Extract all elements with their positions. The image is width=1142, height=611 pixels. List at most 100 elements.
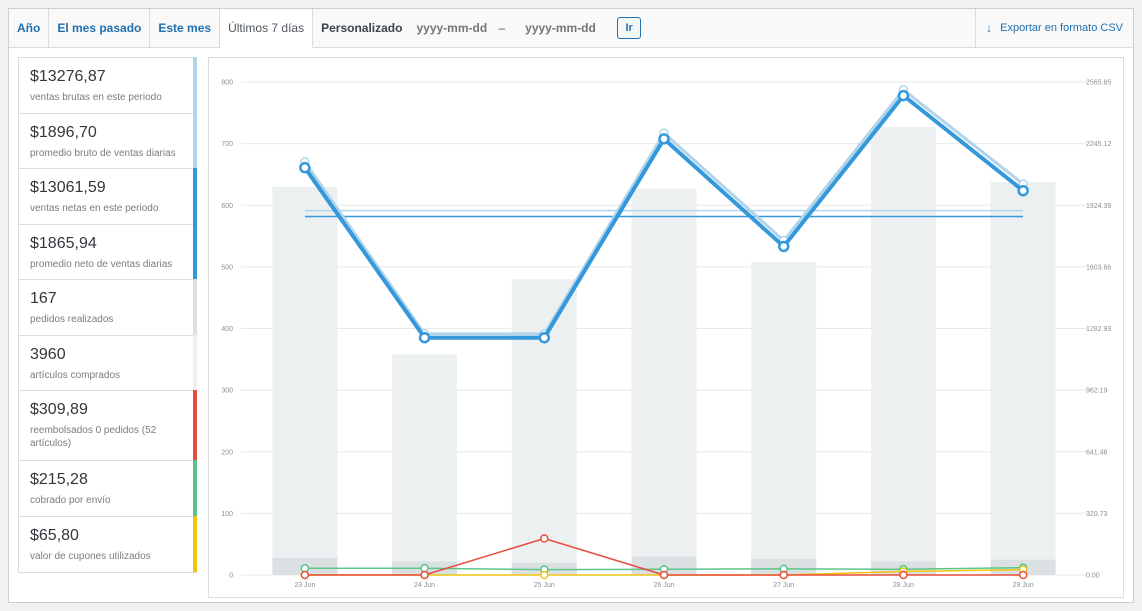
end-date-input[interactable] [525,21,608,35]
sales-chart: 0 0.00 100 320.73 200 641.46 300 962.19 400 1282.… [208,57,1124,598]
go-button[interactable]: Ir [617,17,642,39]
custom-range: Personalizado – Ir [313,9,649,47]
legend-desc: valor de cupones utilizados [30,551,151,562]
point-coupons [540,570,549,580]
legend-amount: $215,28 [30,471,88,488]
point-refunds [659,570,669,580]
x-tick-label: 23 Jun [294,582,315,589]
point-net [538,331,551,344]
legend-color-bar [193,168,197,224]
point-refunds [300,570,310,580]
y-right-tick-label: 1924.39 [1086,203,1111,210]
y-left-tick-label: 500 [221,264,233,271]
legend-desc: promedio bruto de ventas diarias [30,148,176,159]
legend-item-gross-sales[interactable]: $13276,87 ventas brutas en este periodo [19,57,197,114]
y-left-tick-label: 700 [221,141,233,148]
legend-item-coupons[interactable]: $65,80 valor de cupones utilizados [19,516,197,572]
legend-item-net-average[interactable]: $1865,94 promedio neto de ventas diarias [19,224,197,280]
bar-items [870,126,936,575]
y-left-tick-label: 800 [221,80,233,87]
y-right-tick-label: 1603.66 [1086,264,1111,271]
legend-color-bar [193,335,197,390]
y-right-tick-label: 962.19 [1086,388,1108,395]
y-left-tick-label: 100 [221,511,233,518]
y-right-tick-label: 1282.93 [1086,326,1111,333]
point-refunds [1018,570,1028,580]
y-left-tick-label: 600 [221,203,233,210]
range-tabs: Año El mes pasado Este mes Últimos 7 día… [9,9,1133,48]
x-tick-label: 24 Jun [414,582,435,589]
custom-range-label: Personalizado [321,21,403,35]
start-date-input[interactable] [416,21,499,35]
bar-items [511,279,577,575]
tab-last-7-days[interactable]: Últimos 7 días [220,9,314,48]
legend-amount: $13061,59 [30,179,106,196]
legend-color-bar [193,279,197,335]
y-right-tick-label: 641.46 [1086,449,1108,456]
bar-items [990,181,1056,575]
point-net [1017,184,1029,197]
date-separator: – [498,21,506,35]
legend-amount: 3960 [30,346,66,363]
legend-item-refunds[interactable]: $309,89 reembolsados 0 pedidos (52 artíc… [19,390,197,461]
download-icon: ↓ [986,21,993,35]
legend-item-gross-average[interactable]: $1896,70 promedio bruto de ventas diaria… [19,113,197,169]
tab-last-month[interactable]: El mes pasado [49,9,151,47]
legend-desc: cobrado por envío [30,495,111,506]
legend-desc: reembolsados 0 pedidos (52 artículos) [30,425,157,449]
legend-color-bar [193,113,197,168]
legend-amount: 167 [30,290,57,307]
legend-desc: ventas netas en este periodo [30,203,159,214]
point-net [777,240,790,253]
x-tick-label: 26 Jun [653,582,674,589]
legend-amount: $1896,70 [30,124,97,141]
legend-item-items[interactable]: 3960 artículos comprados [19,335,197,391]
legend-amount: $13276,87 [30,68,106,85]
bar-items [392,354,458,575]
legend-color-bar [193,390,197,460]
point-net [897,89,910,102]
x-tick-label: 27 Jun [773,582,794,589]
point-refunds [779,570,788,580]
point-refunds [540,534,549,543]
x-tick-label: 25 Jun [534,582,555,589]
sales-report-panel: Año El mes pasado Este mes Últimos 7 día… [8,8,1134,603]
legend-desc: promedio neto de ventas diarias [30,259,173,270]
y-right-tick-label: 2565.85 [1086,80,1111,87]
point-shipping [300,564,310,573]
legend-amount: $65,80 [30,527,79,544]
legend-item-shipping[interactable]: $215,28 cobrado por envío [19,460,197,517]
legend-color-bar [193,516,197,572]
tab-year[interactable]: Año [9,9,50,47]
bar-items [631,188,697,575]
legend-amount: $1865,94 [30,235,97,252]
legend-color-bar [193,57,197,113]
legend-desc: artículos comprados [30,370,121,381]
y-right-tick-label: 320.73 [1086,511,1108,518]
x-tick-label: 29 Jun [1013,582,1034,589]
point-shipping [420,564,429,573]
export-csv-link[interactable]: ↓ Exportar en formato CSV [975,9,1133,47]
export-csv-label: Exportar en formato CSV [1000,22,1123,34]
y-left-tick-label: 0 [229,573,233,580]
legend-amount: $309,89 [30,401,88,418]
legend-item-net-sales[interactable]: $13061,59 ventas netas en este periodo [19,168,197,225]
legend-item-orders[interactable]: 167 pedidos realizados [19,279,197,336]
legend-color-bar [193,460,197,516]
sales-chart-svg: 0 0.00 100 320.73 200 641.46 300 962.19 400 1282.… [221,80,1111,590]
legend-desc: pedidos realizados [30,314,114,325]
point-net [658,133,670,145]
bar-items [751,261,817,575]
y-right-tick-label: 0.00 [1086,573,1100,580]
tab-this-month[interactable]: Este mes [150,9,221,47]
y-right-tick-label: 2245.12 [1086,141,1111,148]
chart-legend: $13276,87 ventas brutas en este periodo … [18,57,197,573]
y-left-tick-label: 200 [221,449,233,456]
y-left-tick-label: 400 [221,326,233,333]
point-refunds [420,570,429,580]
x-tick-label: 28 Jun [893,582,914,589]
point-net [418,331,431,344]
legend-desc: ventas brutas en este periodo [30,92,162,103]
y-left-tick-label: 300 [221,388,233,395]
point-refunds [899,570,908,580]
